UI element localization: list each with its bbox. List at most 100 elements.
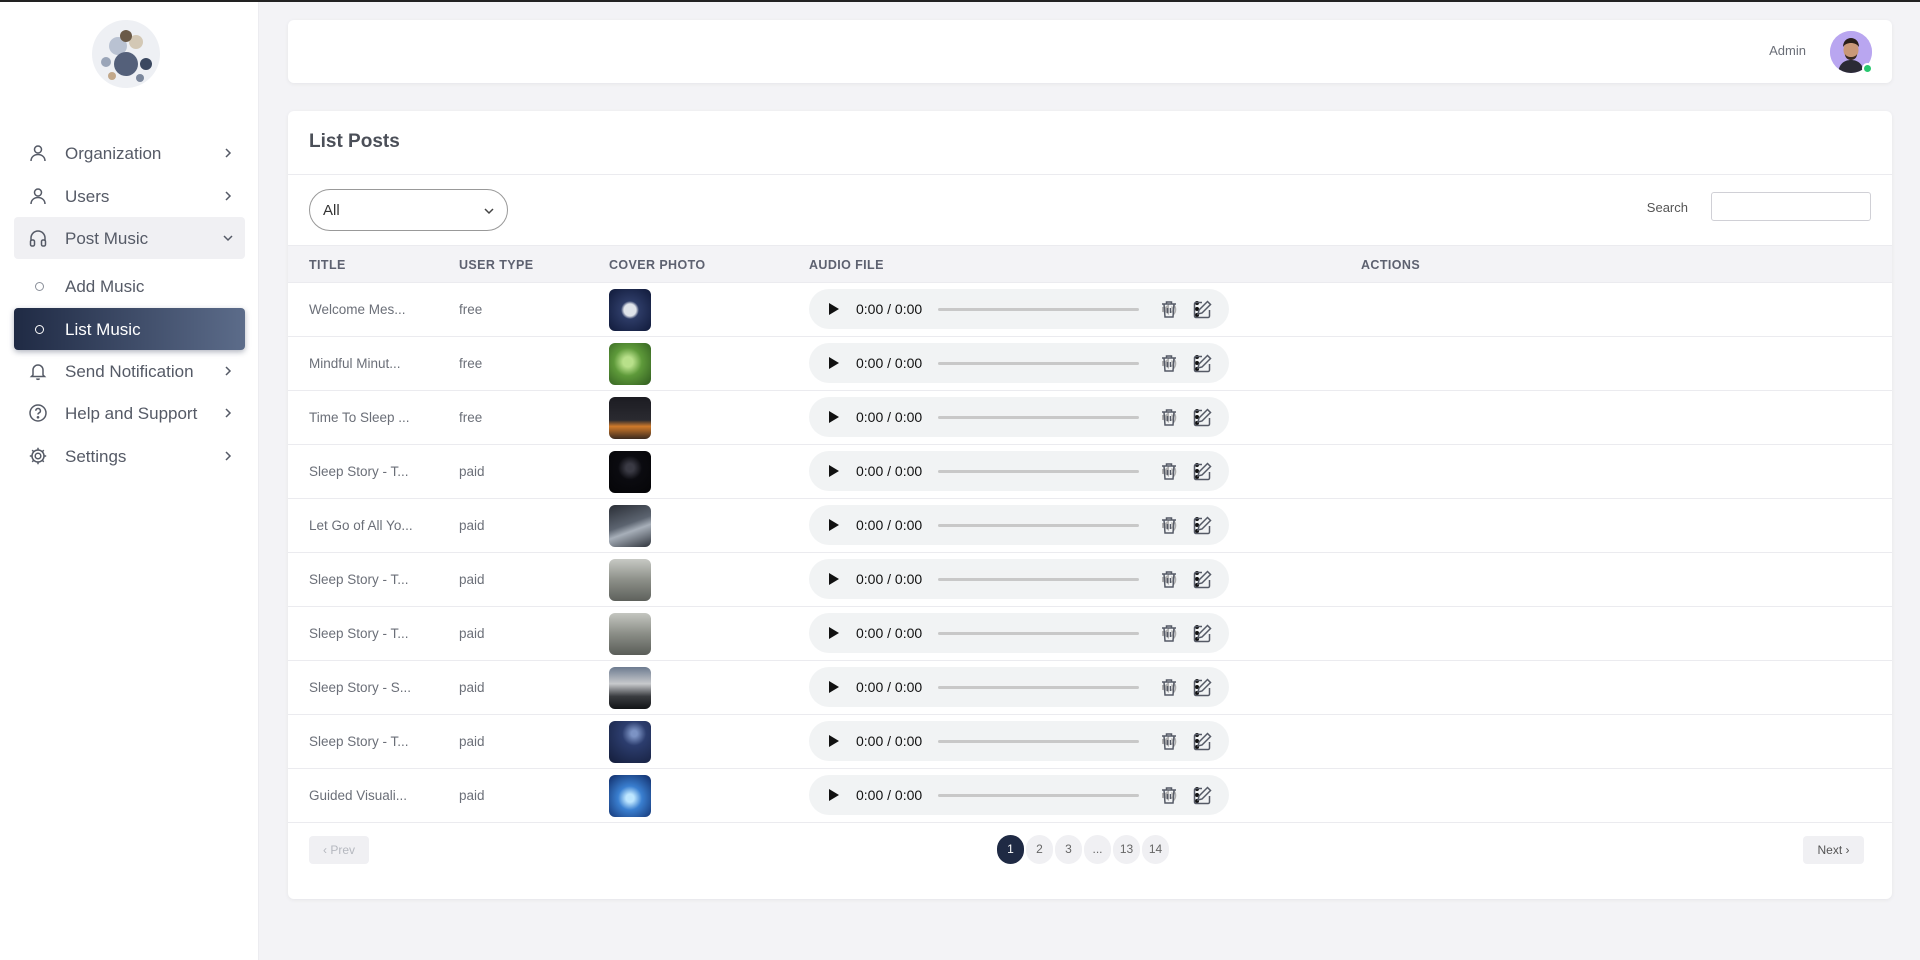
- sidebar-item-users[interactable]: Users: [14, 175, 245, 217]
- sidebar-item-label: Help and Support: [65, 404, 198, 423]
- play-icon[interactable]: [828, 464, 840, 478]
- play-icon[interactable]: [828, 356, 840, 370]
- column-header-user-type: USER TYPE: [459, 258, 534, 272]
- cover-photo: [609, 505, 651, 547]
- audio-progress-bar[interactable]: [938, 632, 1139, 635]
- page-button[interactable]: 3: [1055, 835, 1082, 864]
- sidebar-item-settings[interactable]: Settings: [14, 435, 245, 477]
- sidebar-item-organization[interactable]: Organization: [14, 132, 245, 174]
- edit-icon[interactable]: [1192, 407, 1213, 428]
- page-button[interactable]: 13: [1113, 835, 1140, 864]
- sidebar-item-add-music[interactable]: Add Music: [14, 265, 245, 307]
- app-logo[interactable]: [76, 16, 176, 94]
- cover-photo: [609, 613, 651, 655]
- play-icon[interactable]: [828, 572, 840, 586]
- prev-page-button[interactable]: ‹ Prev: [309, 836, 369, 864]
- circle-icon: [35, 282, 44, 291]
- column-header-audio-file: AUDIO FILE: [809, 258, 884, 272]
- trash-icon[interactable]: [1159, 515, 1179, 536]
- audio-progress-bar[interactable]: [938, 470, 1139, 473]
- audio-progress-bar[interactable]: [938, 686, 1139, 689]
- edit-icon[interactable]: [1192, 569, 1213, 590]
- sidebar-item-post-music[interactable]: Post Music: [14, 217, 245, 259]
- page-button[interactable]: 14: [1142, 835, 1169, 864]
- chevron-right-icon: [225, 451, 232, 461]
- pagination: 1 2 3... 13 14: [997, 835, 1169, 865]
- trash-icon[interactable]: [1159, 407, 1179, 428]
- user-type-filter-select[interactable]: All: [309, 189, 508, 231]
- audio-progress-bar[interactable]: [938, 740, 1139, 743]
- cover-photo: [609, 721, 651, 763]
- trash-icon[interactable]: [1159, 353, 1179, 374]
- page-button[interactable]: 2: [1026, 835, 1053, 864]
- post-title: Sleep Story - S...: [309, 680, 412, 695]
- trash-icon[interactable]: [1159, 569, 1179, 590]
- audio-time: 0:00 / 0:00: [856, 733, 923, 749]
- audio-progress-bar[interactable]: [938, 416, 1139, 419]
- post-title: Sleep Story - T...: [309, 626, 409, 641]
- trash-icon[interactable]: [1159, 461, 1179, 482]
- play-icon[interactable]: [828, 734, 840, 748]
- trash-icon[interactable]: [1159, 623, 1179, 644]
- column-header-title: TITLE: [309, 258, 346, 272]
- edit-icon[interactable]: [1192, 353, 1213, 374]
- edit-icon[interactable]: [1192, 677, 1213, 698]
- post-title: Welcome Mes...: [309, 302, 406, 317]
- play-icon[interactable]: [828, 680, 840, 694]
- user-type: free: [459, 356, 483, 371]
- audio-progress-bar[interactable]: [938, 362, 1139, 365]
- page-button[interactable]: 1: [997, 835, 1024, 864]
- chevron-right-icon: [225, 191, 232, 201]
- edit-icon[interactable]: [1192, 731, 1213, 752]
- trash-icon[interactable]: [1159, 785, 1179, 806]
- edit-icon[interactable]: [1192, 515, 1213, 536]
- edit-icon[interactable]: [1192, 461, 1213, 482]
- user-type: paid: [459, 626, 485, 641]
- table-row: Sleep Story - S... paid 0:00 / 0:00: [288, 661, 1892, 715]
- sidebar-item-list-music[interactable]: List Music: [14, 308, 245, 350]
- audio-time: 0:00 / 0:00: [856, 355, 923, 371]
- audio-progress-bar[interactable]: [938, 794, 1139, 797]
- table-row: Time To Sleep ... free 0:00 / 0:00: [288, 391, 1892, 445]
- audio-progress-bar[interactable]: [938, 578, 1139, 581]
- bell-icon: [29, 364, 47, 381]
- post-title: Guided Visuali...: [309, 788, 408, 803]
- trash-icon[interactable]: [1159, 731, 1179, 752]
- search-input[interactable]: [1711, 192, 1871, 221]
- next-page-button[interactable]: Next ›: [1803, 836, 1864, 864]
- chevron-right-icon: [225, 148, 232, 158]
- chevron-down-icon: [223, 235, 233, 242]
- sidebar-item-label: List Music: [65, 320, 141, 339]
- play-icon[interactable]: [828, 518, 840, 532]
- trash-icon[interactable]: [1159, 299, 1179, 320]
- gear-icon: [29, 447, 47, 465]
- audio-time: 0:00 / 0:00: [856, 301, 923, 317]
- play-icon[interactable]: [828, 626, 840, 640]
- page-title: List Posts: [309, 131, 400, 152]
- column-header-actions: ACTIONS: [1361, 258, 1421, 272]
- audio-progress-bar[interactable]: [938, 308, 1139, 311]
- audio-time: 0:00 / 0:00: [856, 463, 923, 479]
- play-icon[interactable]: [828, 302, 840, 316]
- user-type: paid: [459, 788, 485, 803]
- user-type: free: [459, 410, 483, 425]
- trash-icon[interactable]: [1159, 677, 1179, 698]
- audio-time: 0:00 / 0:00: [856, 409, 923, 425]
- table-row: Sleep Story - T... paid 0:00 / 0:00: [288, 607, 1892, 661]
- cover-photo: [609, 775, 651, 817]
- edit-icon[interactable]: [1192, 785, 1213, 806]
- table-row: Sleep Story - T... paid 0:00 / 0:00: [288, 715, 1892, 769]
- sidebar-item-send-notification[interactable]: Send Notification: [14, 350, 245, 392]
- headphones-icon: [29, 230, 47, 247]
- edit-icon[interactable]: [1192, 299, 1213, 320]
- edit-icon[interactable]: [1192, 623, 1213, 644]
- play-icon[interactable]: [828, 410, 840, 424]
- top-border: [0, 0, 1920, 2]
- audio-time: 0:00 / 0:00: [856, 787, 923, 803]
- play-icon[interactable]: [828, 788, 840, 802]
- table-row: Sleep Story - T... paid 0:00 / 0:00: [288, 445, 1892, 499]
- sidebar-item-help-and-support[interactable]: Help and Support: [14, 392, 245, 434]
- user-type: paid: [459, 572, 485, 587]
- search-label: Search: [1646, 200, 1688, 215]
- audio-progress-bar[interactable]: [938, 524, 1139, 527]
